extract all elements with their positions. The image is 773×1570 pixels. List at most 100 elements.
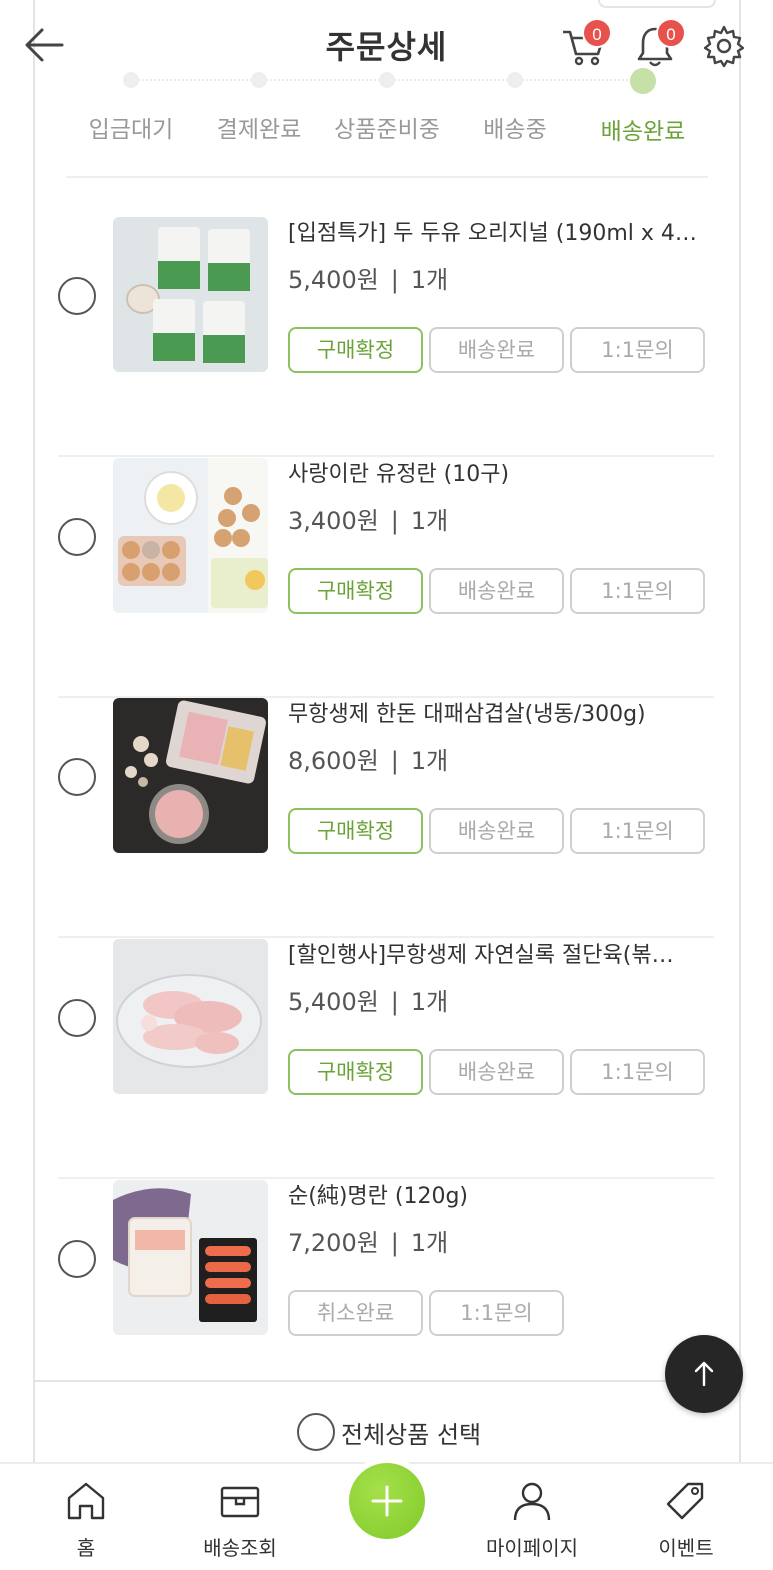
confirm-purchase-button[interactable]: 구매확정 xyxy=(288,327,423,373)
product-image-chicken[interactable] xyxy=(113,939,268,1094)
confirm-purchase-button[interactable]: 구매확정 xyxy=(288,568,423,614)
price-qty: 5,400원 | 1개 xyxy=(288,985,714,1019)
inquiry-button[interactable]: 1:1문의 xyxy=(570,568,705,614)
price-qty: 3,400원 | 1개 xyxy=(288,504,714,538)
scroll-top-button[interactable] xyxy=(665,1335,743,1413)
product-image-eggs[interactable] xyxy=(113,458,268,613)
step-shipping: 배송중 xyxy=(450,68,580,144)
step-preparing: 상품준비중 xyxy=(322,68,452,144)
divider xyxy=(66,176,708,178)
product-qty: 1개 xyxy=(410,988,449,1016)
delivered-button[interactable]: 배송완료 xyxy=(429,327,564,373)
nav-label: 이벤트 xyxy=(658,1536,714,1560)
item-select-radio[interactable] xyxy=(58,999,96,1037)
user-icon xyxy=(513,1482,551,1521)
product-name[interactable]: 순(純)명란 (120g) xyxy=(288,1180,703,1214)
product-name[interactable]: 무항생제 한돈 대패삼겹살(냉동/300g) xyxy=(288,698,703,732)
item-info: [입점특가] 두 두유 오리지널 (190ml x 4… 5,400원 | 1개 구… xyxy=(288,217,714,373)
add-button-circle xyxy=(349,1463,425,1539)
separator: | xyxy=(390,747,399,775)
step-dot xyxy=(123,72,139,88)
confirm-purchase-button[interactable]: 구매확정 xyxy=(288,808,423,854)
product-name[interactable]: 사랑이란 유정란 (10구) xyxy=(288,458,703,492)
step-label: 결제완료 xyxy=(216,117,302,143)
product-price: 8,600원 xyxy=(288,747,379,775)
item-select-radio[interactable] xyxy=(58,277,96,315)
inquiry-button[interactable]: 1:1문의 xyxy=(570,808,705,854)
product-image-pollock-roe[interactable] xyxy=(113,1180,268,1335)
add-button[interactable] xyxy=(343,1457,431,1545)
product-image-pork[interactable] xyxy=(113,698,268,853)
order-item: 순(純)명란 (120g) 7,200원 | 1개 취소완료 1:1문의 xyxy=(58,1180,714,1420)
step-label: 상품준비중 xyxy=(334,117,440,143)
settings-button[interactable] xyxy=(702,24,746,68)
item-select-radio[interactable] xyxy=(58,1240,96,1278)
divider xyxy=(58,936,714,938)
product-qty: 1개 xyxy=(410,1229,449,1257)
nav-label: 배송조회 xyxy=(203,1536,277,1560)
item-select-radio[interactable] xyxy=(58,518,96,556)
order-status-steps: 입금대기 결제완료 상품준비중 배송중 배송완료 xyxy=(66,68,708,178)
step-label: 입금대기 xyxy=(88,117,174,143)
select-all-radio[interactable] xyxy=(297,1413,335,1451)
inquiry-button[interactable]: 1:1문의 xyxy=(429,1290,564,1336)
separator: | xyxy=(390,507,399,535)
step-label: 배송완료 xyxy=(600,119,686,145)
item-info: [할인행사]무항생제 자연실록 절단육(볶… 5,400원 | 1개 구매확정 배송… xyxy=(288,939,714,1095)
cancel-complete-button[interactable]: 취소완료 xyxy=(288,1290,423,1336)
separator: | xyxy=(390,266,399,294)
divider xyxy=(58,455,714,457)
delivered-button[interactable]: 배송완료 xyxy=(429,568,564,614)
divider xyxy=(33,1380,741,1382)
delivered-button[interactable]: 배송완료 xyxy=(429,808,564,854)
notification-button[interactable]: 0 xyxy=(634,18,686,68)
confirm-purchase-button[interactable]: 구매확정 xyxy=(288,1049,423,1095)
price-qty: 8,600원 | 1개 xyxy=(288,744,714,778)
box-icon xyxy=(220,1486,260,1518)
price-qty: 7,200원 | 1개 xyxy=(288,1226,714,1260)
product-name[interactable]: [입점특가] 두 두유 오리지널 (190ml x 4… xyxy=(288,217,703,251)
product-price: 5,400원 xyxy=(288,266,379,294)
order-item: [할인행사]무항생제 자연실록 절단육(볶… 5,400원 | 1개 구매확정 배송… xyxy=(58,939,714,1179)
item-info: 사랑이란 유정란 (10구) 3,400원 | 1개 구매확정 배송완료 1:1문의 xyxy=(288,458,714,614)
delivered-button[interactable]: 배송완료 xyxy=(429,1049,564,1095)
price-qty: 5,400원 | 1개 xyxy=(288,263,714,297)
step-label: 배송중 xyxy=(483,117,547,143)
product-price: 5,400원 xyxy=(288,988,379,1016)
item-select-radio[interactable] xyxy=(58,758,96,796)
order-item: [입점특가] 두 두유 오리지널 (190ml x 4… 5,400원 | 1개 구… xyxy=(58,217,714,457)
order-item: 무항생제 한돈 대패삼겹살(냉동/300g) 8,600원 | 1개 구매확정 배송… xyxy=(58,698,714,938)
product-price: 3,400원 xyxy=(288,507,379,535)
plus-icon xyxy=(371,1485,403,1517)
select-all-label: 전체상품 선택 xyxy=(341,1420,482,1449)
separator: | xyxy=(390,988,399,1016)
cart-count-badge: 0 xyxy=(582,18,612,48)
item-actions: 구매확정 배송완료 1:1문의 xyxy=(288,1049,705,1095)
inquiry-button[interactable]: 1:1문의 xyxy=(570,327,705,373)
product-qty: 1개 xyxy=(410,747,449,775)
inquiry-button[interactable]: 1:1문의 xyxy=(570,1049,705,1095)
nav-home[interactable]: 홈 xyxy=(26,1480,146,1561)
product-price: 7,200원 xyxy=(288,1229,379,1257)
step-dot xyxy=(251,72,267,88)
divider xyxy=(58,1177,714,1179)
select-all-toggle[interactable]: 전체상품 선택 xyxy=(297,1412,481,1452)
nav-delivery[interactable]: 배송조회 xyxy=(180,1480,300,1561)
step-payment-complete: 결제완료 xyxy=(194,68,324,144)
step-pending-deposit: 입금대기 xyxy=(66,68,196,144)
step-dot xyxy=(507,72,523,88)
product-image-soymilk[interactable] xyxy=(113,217,268,372)
nav-event[interactable]: 이벤트 xyxy=(626,1480,746,1561)
item-actions: 취소완료 1:1문의 xyxy=(288,1290,564,1336)
nav-mypage[interactable]: 마이페이지 xyxy=(472,1480,592,1561)
separator: | xyxy=(390,1229,399,1257)
product-qty: 1개 xyxy=(410,266,449,294)
product-name[interactable]: [할인행사]무항생제 자연실록 절단육(볶… xyxy=(288,939,703,973)
step-dot-active xyxy=(630,68,656,94)
product-qty: 1개 xyxy=(410,507,449,535)
cart-button[interactable]: 0 xyxy=(560,18,612,68)
item-actions: 구매확정 배송완료 1:1문의 xyxy=(288,808,705,854)
arrow-up-icon xyxy=(694,1361,714,1387)
order-item: 사랑이란 유정란 (10구) 3,400원 | 1개 구매확정 배송완료 1:1문의 xyxy=(58,458,714,698)
nav-label: 마이페이지 xyxy=(486,1536,578,1560)
